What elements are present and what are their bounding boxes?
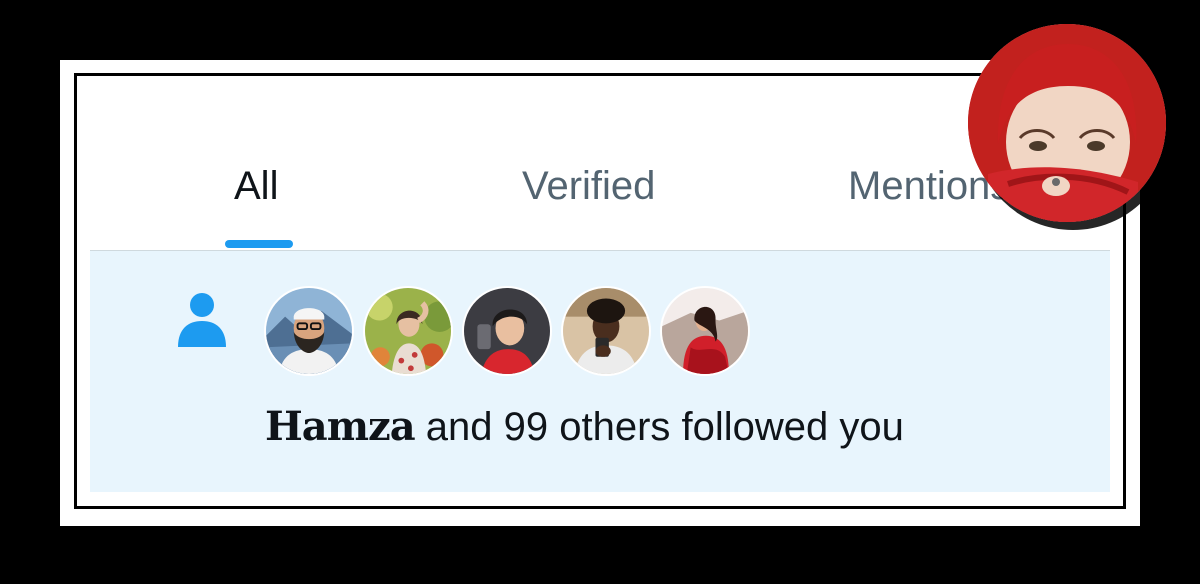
follower-avatar[interactable] [363,286,453,376]
notifications-tab-bar: All Verified Mentions [90,86,1110,250]
notification-text: Hamza and 99 others followed you [265,401,904,453]
follower-avatar[interactable] [561,286,651,376]
notification-action-text: and 99 others followed you [414,405,904,449]
overlay-profile-avatar [968,24,1166,222]
notifications-screen: All Verified Mentions Hamza and 99 other… [90,86,1110,492]
tab-verified[interactable]: Verified [522,162,655,210]
follow-notification[interactable]: Hamza and 99 others followed you [90,251,1110,492]
follower-avatar[interactable] [660,286,750,376]
tab-all[interactable]: All [234,162,278,210]
follower-avatar[interactable] [264,286,354,376]
follower-name[interactable]: Hamza [265,403,416,450]
follower-avatar[interactable] [462,286,552,376]
active-tab-indicator [225,240,293,248]
person-icon [178,293,226,347]
